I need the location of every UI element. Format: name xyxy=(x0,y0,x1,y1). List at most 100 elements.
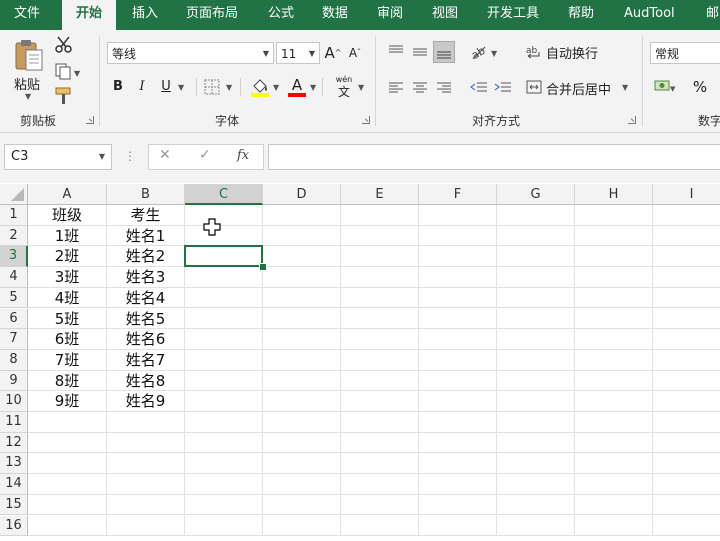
cell-g16[interactable] xyxy=(497,515,575,537)
cell-h5[interactable] xyxy=(575,287,653,309)
cell-g11[interactable] xyxy=(497,412,575,433)
cancel-icon[interactable]: ✕ xyxy=(159,147,171,163)
column-header-g[interactable]: G xyxy=(497,184,575,205)
cell-g1[interactable] xyxy=(497,205,575,226)
name-box[interactable]: C3 ▼ xyxy=(4,144,112,170)
cell-h13[interactable] xyxy=(575,453,653,475)
underline-dropdown-icon[interactable]: ▼ xyxy=(178,83,184,92)
cell-g6[interactable] xyxy=(497,308,575,330)
format-painter-icon[interactable] xyxy=(54,86,74,106)
cell-d9[interactable] xyxy=(263,370,341,392)
cell-a6[interactable]: 5班 xyxy=(28,308,107,330)
cell-i6[interactable] xyxy=(653,309,720,330)
cell-h16[interactable] xyxy=(575,515,653,537)
cell-g5[interactable] xyxy=(497,287,575,309)
cell-d3[interactable] xyxy=(263,246,341,268)
align-left-icon[interactable] xyxy=(388,80,404,94)
cell-f1[interactable] xyxy=(419,205,497,226)
cell-g9[interactable] xyxy=(497,370,575,392)
cell-f15[interactable] xyxy=(419,494,497,516)
cell-c13[interactable] xyxy=(185,453,263,475)
cell-b15[interactable] xyxy=(107,494,185,516)
increase-font-size-button[interactable]: A^ xyxy=(324,42,342,64)
cell-a11[interactable] xyxy=(28,412,107,433)
cell-c12[interactable] xyxy=(185,432,263,454)
cell-h2[interactable] xyxy=(575,225,653,247)
cell-a2[interactable]: 1班 xyxy=(28,225,107,247)
cell-g8[interactable] xyxy=(497,349,575,371)
align-middle-icon[interactable] xyxy=(412,44,428,60)
cell-b14[interactable] xyxy=(107,474,185,495)
cell-h6[interactable] xyxy=(575,308,653,330)
borders-dropdown-icon[interactable]: ▼ xyxy=(226,83,232,92)
column-header-c[interactable]: C xyxy=(185,184,263,205)
cell-i3[interactable] xyxy=(653,246,720,268)
cell-e13[interactable] xyxy=(341,453,419,475)
font-launcher-icon[interactable] xyxy=(362,116,370,124)
cell-c11[interactable] xyxy=(185,412,263,433)
clipboard-launcher-icon[interactable] xyxy=(86,116,94,124)
fill-handle[interactable] xyxy=(259,263,267,272)
increase-indent-icon[interactable] xyxy=(494,80,512,94)
cell-a14[interactable] xyxy=(28,474,107,495)
cell-e2[interactable] xyxy=(341,225,419,247)
cell-g3[interactable] xyxy=(497,246,575,268)
cell-e11[interactable] xyxy=(341,412,419,433)
chevron-down-icon[interactable]: ▼ xyxy=(263,43,269,65)
tab-page-layout[interactable]: 页面布局 xyxy=(186,0,238,30)
column-header-a[interactable]: A xyxy=(28,184,107,205)
cell-f4[interactable] xyxy=(419,267,497,288)
cell-e4[interactable] xyxy=(341,267,419,288)
tab-audtool[interactable]: AudTool xyxy=(624,0,675,30)
cell-g12[interactable] xyxy=(497,432,575,454)
cell-d13[interactable] xyxy=(263,453,341,475)
cell-d15[interactable] xyxy=(263,494,341,516)
cell-f12[interactable] xyxy=(419,432,497,454)
fill-color-dropdown-icon[interactable]: ▼ xyxy=(273,83,279,92)
cell-b7[interactable]: 姓名6 xyxy=(107,329,185,350)
row-header-11[interactable]: 11 xyxy=(0,412,28,433)
cell-b16[interactable] xyxy=(107,515,185,537)
cell-d8[interactable] xyxy=(263,349,341,371)
merge-dropdown-icon[interactable]: ▼ xyxy=(622,83,628,92)
chevron-down-icon[interactable]: ▼ xyxy=(99,145,105,169)
cell-i11[interactable] xyxy=(653,412,720,433)
cell-e12[interactable] xyxy=(341,432,419,454)
phonetic-guide-icon[interactable]: wén 文 xyxy=(332,75,356,101)
cell-c8[interactable] xyxy=(185,349,263,371)
align-center-icon[interactable] xyxy=(412,80,428,94)
column-header-h[interactable]: H xyxy=(575,184,653,205)
font-size-combo[interactable]: 11 ▼ xyxy=(276,42,320,64)
tab-view[interactable]: 视图 xyxy=(432,0,458,30)
tab-home[interactable]: 开始 xyxy=(62,0,116,30)
cell-h8[interactable] xyxy=(575,349,653,371)
cell-b4[interactable]: 姓名3 xyxy=(107,267,185,288)
cell-c14[interactable] xyxy=(185,474,263,495)
cell-d14[interactable] xyxy=(263,474,341,495)
cell-a15[interactable] xyxy=(28,494,107,516)
tab-file[interactable]: 文件 xyxy=(14,0,40,30)
cell-a5[interactable]: 4班 xyxy=(28,287,107,309)
cell-b9[interactable]: 姓名8 xyxy=(107,370,185,392)
row-header-7[interactable]: 7 xyxy=(0,329,28,350)
cell-i7[interactable] xyxy=(653,329,720,350)
cell-f10[interactable] xyxy=(419,391,497,412)
cell-d12[interactable] xyxy=(263,432,341,454)
cell-h15[interactable] xyxy=(575,494,653,516)
cell-a7[interactable]: 6班 xyxy=(28,329,107,350)
wrap-text-icon[interactable]: ab xyxy=(526,44,542,60)
cell-a13[interactable] xyxy=(28,453,107,475)
phonetic-dropdown-icon[interactable]: ▼ xyxy=(358,83,364,92)
font-color-icon[interactable]: A xyxy=(287,76,307,98)
cell-h12[interactable] xyxy=(575,432,653,454)
tab-help[interactable]: 帮助 xyxy=(568,0,594,30)
cell-e15[interactable] xyxy=(341,494,419,516)
cell-c6[interactable] xyxy=(185,308,263,330)
row-header-6[interactable]: 6 xyxy=(0,308,28,330)
cell-h9[interactable] xyxy=(575,370,653,392)
cell-a3[interactable]: 2班 xyxy=(28,246,107,268)
underline-button[interactable]: U xyxy=(158,76,174,98)
cell-c7[interactable] xyxy=(185,329,263,350)
fill-color-icon[interactable] xyxy=(250,76,270,98)
row-header-1[interactable]: 1 xyxy=(0,205,28,226)
